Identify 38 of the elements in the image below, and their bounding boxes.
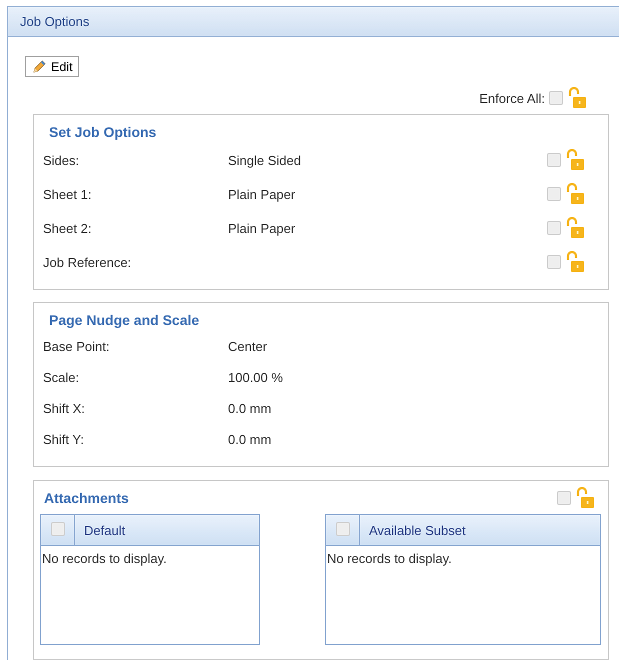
checkbox[interactable] [549,91,563,105]
padlock-icon[interactable] [565,217,585,239]
padlock-icon[interactable] [565,183,585,205]
field-label: Base Point: [43,339,110,354]
field-label: Sheet 1: [43,186,92,202]
empty-message: No records to display. [41,550,168,566]
padlock-icon[interactable] [567,87,587,109]
checkbox[interactable] [557,491,571,505]
field-value: Single Sided [228,152,301,168]
field-value: Plain Paper [228,186,296,202]
empty-message: No records to display. [326,550,453,566]
section-title: Page Nudge and Scale [48,311,200,330]
field-value: 0.0 mm [228,401,272,416]
field-label: Shift Y: [43,432,85,447]
checkbox[interactable] [547,221,561,235]
field-label: Scale: [43,370,80,385]
field-label: Sides: [43,152,80,168]
checkbox[interactable] [547,153,561,167]
field-label: Sheet 2: [43,220,92,236]
padlock-icon[interactable] [575,487,595,509]
field-value: 0.0 mm [228,432,272,447]
field-value: Plain Paper [228,220,296,236]
field-value: Center [228,339,268,354]
pencil-icon [32,59,47,74]
field-label: Shift X: [43,401,86,416]
padlock-icon[interactable] [565,251,585,273]
section-title: Set Job Options [48,123,158,142]
padlock-icon[interactable] [565,149,585,171]
field-label: Job Reference: [43,254,132,270]
enforce-all-label: Enforce All: [479,90,545,106]
window-title: Job Options [20,14,90,29]
section-title: Attachments [43,489,130,508]
edit-button[interactable]: Edit [25,56,79,77]
checkbox[interactable] [547,187,561,201]
checkbox[interactable] [50,522,64,536]
field-value: 100.00 % [228,370,283,385]
checkbox[interactable] [547,255,561,269]
checkbox[interactable] [336,522,350,536]
